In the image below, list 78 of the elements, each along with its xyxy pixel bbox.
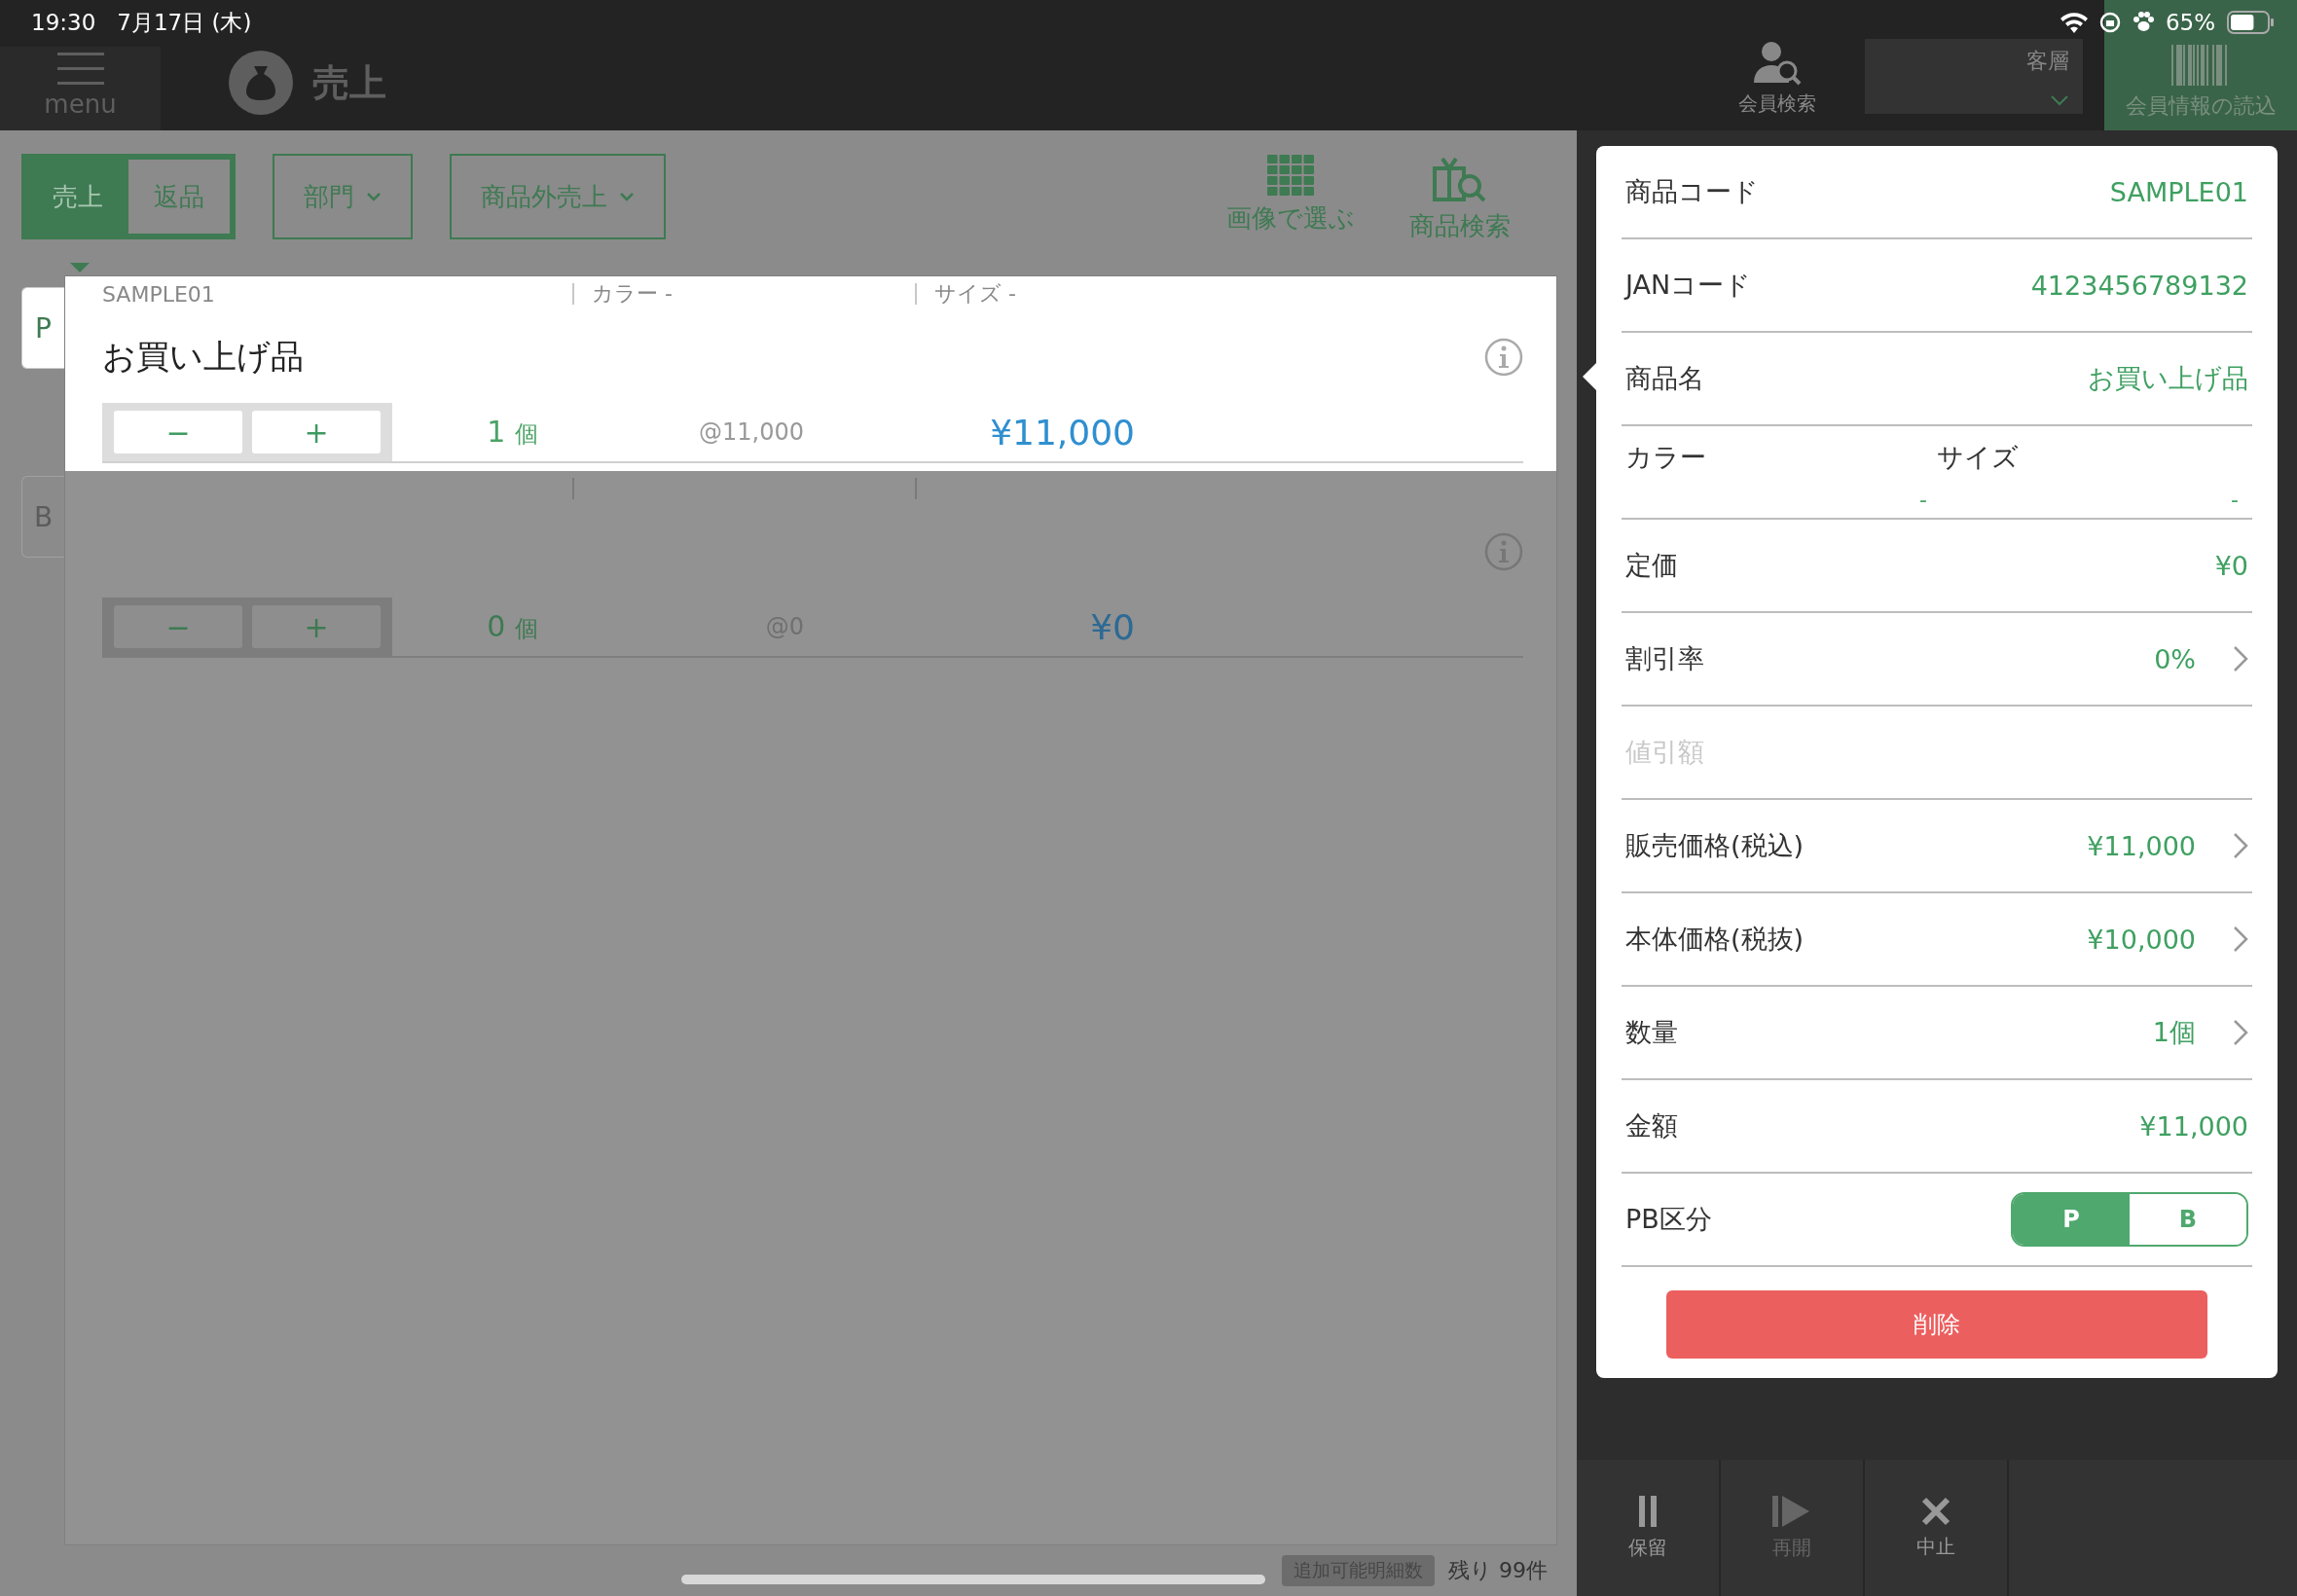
category-dropdown[interactable]: 部門 <box>273 154 413 239</box>
field-value: - <box>2230 488 2240 512</box>
close-icon <box>1921 1496 1951 1526</box>
quantity: 1 個 <box>486 415 538 450</box>
detail-row[interactable]: 割引率 0% <box>1622 613 2252 707</box>
battery-percent: 65% <box>2165 10 2215 35</box>
field-label: 金額 <box>1625 1109 1679 1143</box>
barcode-icon <box>2171 45 2230 86</box>
field-value: - <box>1918 488 1928 512</box>
field-value: ¥11,000 <box>2087 830 2196 861</box>
toggle-option[interactable]: P <box>2013 1194 2130 1245</box>
color-label: カラー - <box>592 280 674 308</box>
field-label: PB区分 <box>1625 1203 1713 1236</box>
battery-icon <box>2227 11 2274 34</box>
pause-icon <box>1637 1495 1659 1527</box>
detail-row[interactable]: 本体価格(税抜) ¥10,000 <box>1622 893 2252 987</box>
field-label: 商品コード <box>1625 175 1760 208</box>
field-value: 4123456789132 <box>2030 270 2248 301</box>
person-search-icon <box>1752 40 1803 87</box>
increment-button[interactable]: + <box>252 411 381 453</box>
chevron-icon <box>2233 832 2248 859</box>
member-search-button[interactable]: 会員検索 <box>1738 0 1816 130</box>
field-value: 1個 <box>2152 1016 2196 1049</box>
field-value: お買い上げ品 <box>2088 362 2248 395</box>
menu-icon <box>56 53 104 86</box>
detail-row[interactable]: 数量 1個 <box>1622 987 2252 1080</box>
status-date: 7月17日 (木) <box>117 8 252 37</box>
chevron-icon <box>2233 925 2248 953</box>
field-label: カラー <box>1625 441 1707 474</box>
chevron-down-icon <box>2050 94 2069 106</box>
field-label: 商品名 <box>1625 362 1705 395</box>
chevron-icon <box>2233 645 2248 672</box>
paw-icon <box>2132 12 2154 33</box>
info-icon[interactable] <box>1484 338 1523 377</box>
info-icon[interactable] <box>1484 532 1523 571</box>
field-value: ¥11,000 <box>2139 1110 2248 1142</box>
chevron-icon <box>2233 1019 2248 1046</box>
tool-button[interactable]: 画像で選ぶ <box>1221 154 1361 244</box>
line-amount: ¥0 <box>1089 606 1135 647</box>
field-value: SAMPLE01 <box>2109 176 2248 207</box>
line-item[interactable]: SAMPLE01 カラー - サイズ - お買い上げ品 − + 1 個 @11,000 ¥11,000 <box>65 276 1556 471</box>
unit-price: @11,000 <box>698 418 804 446</box>
customer-segment-dropdown[interactable]: 客層 <box>1865 39 2083 114</box>
product-name: お買い上げ品 <box>102 336 304 378</box>
size-label: サイズ - <box>934 280 1016 308</box>
box-search-icon <box>1433 155 1487 203</box>
delete-button[interactable]: 削除 <box>1666 1290 2207 1359</box>
detail-row[interactable]: 販売価格(税込) ¥11,000 <box>1622 800 2252 893</box>
chevron-down-icon <box>619 192 635 201</box>
quantity: 0 個 <box>486 609 538 644</box>
status-time: 19:30 <box>31 10 96 35</box>
field-label: サイズ <box>1937 441 2020 474</box>
pb-tab[interactable]: P <box>21 287 64 369</box>
tool-button[interactable]: 商品検索 <box>1404 154 1516 244</box>
rotation-lock-icon <box>2098 12 2121 33</box>
money-bag-icon <box>229 51 293 115</box>
remaining-count: 残り 99件 <box>1448 1557 1548 1584</box>
field-label: 割引率 <box>1625 642 1705 675</box>
increment-button[interactable]: + <box>252 605 381 648</box>
screen-title: 売上 <box>312 59 386 106</box>
mode-tab[interactable]: 返品 <box>128 160 230 234</box>
decrement-button[interactable]: − <box>114 605 242 648</box>
play-icon <box>1772 1495 1811 1527</box>
decrement-button[interactable]: − <box>114 411 242 453</box>
field-label: 数量 <box>1625 1016 1679 1049</box>
category-dropdown[interactable]: 商品外売上 <box>450 154 666 239</box>
line-amount: ¥11,000 <box>989 412 1135 453</box>
grid-icon <box>1267 155 1314 196</box>
chevron-down-icon <box>366 192 382 201</box>
field-label: 販売価格(税込) <box>1625 829 1805 862</box>
field-value: ¥0 <box>2214 550 2248 581</box>
field-label: 本体価格(税抜) <box>1625 923 1805 956</box>
field-label: 定価 <box>1625 549 1679 582</box>
field-value: 0% <box>2154 643 2196 674</box>
field-label: JANコード <box>1625 269 1753 302</box>
product-code: SAMPLE01 <box>102 281 216 307</box>
wifi-icon <box>2060 12 2088 33</box>
field-value: ¥10,000 <box>2087 924 2196 955</box>
